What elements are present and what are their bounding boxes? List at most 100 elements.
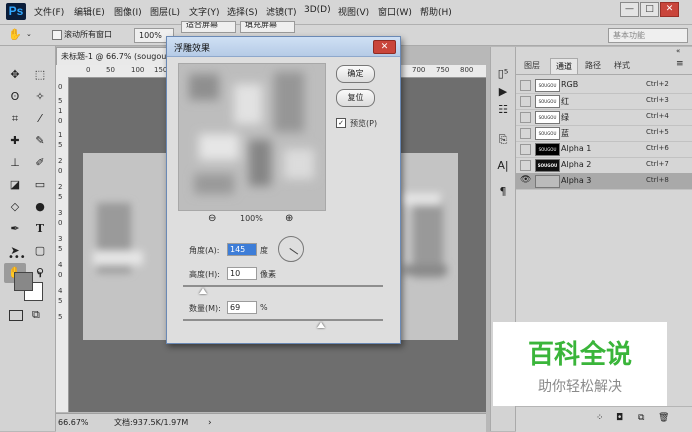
tab-layers[interactable]: 图层: [519, 58, 545, 73]
tab-channels[interactable]: 通道: [550, 58, 578, 74]
gradient-icon[interactable]: ▭: [29, 175, 51, 195]
visibility-toggle[interactable]: [520, 80, 531, 91]
angle-dial[interactable]: [278, 236, 304, 262]
amount-input[interactable]: 69: [227, 301, 257, 314]
channel-row-green[interactable]: SOUGOU 绿 Ctrl+4: [516, 109, 692, 126]
save-selection-icon[interactable]: ◘: [616, 413, 623, 423]
document-tab[interactable]: 未标题-1 @ 66.7% (sougou: [56, 47, 177, 65]
character-panel-icon[interactable]: ⎘: [494, 133, 512, 147]
rectangle-icon[interactable]: ▢: [29, 241, 51, 261]
menu-file[interactable]: 文件(F): [34, 5, 64, 18]
dodge-icon[interactable]: ●: [29, 197, 51, 217]
swap-colors-icon[interactable]: ↰: [36, 270, 43, 279]
watermark-title: 百科全说: [527, 340, 632, 370]
menu-view[interactable]: 视图(V): [338, 5, 369, 18]
emboss-dialog: 浮雕效果 ✕ 确定 复位 ✓ 预览(P) ⊖ 100% ⊕ 角度(A): 145…: [166, 36, 401, 344]
scroll-all-checkbox[interactable]: [52, 30, 62, 40]
visibility-toggle[interactable]: [520, 160, 531, 171]
visibility-toggle[interactable]: [520, 112, 531, 123]
menu-image[interactable]: 图像(I): [114, 5, 142, 18]
type-icon[interactable]: T: [29, 219, 51, 239]
status-menu-chevron-icon[interactable]: ›: [208, 414, 212, 432]
close-window-button[interactable]: ✕: [660, 2, 679, 17]
more-tools-icon[interactable]: •••: [8, 252, 26, 263]
quick-mask-icon[interactable]: [9, 310, 23, 321]
zoom-in-icon[interactable]: ⊕: [285, 213, 293, 224]
marquee-icon[interactable]: ⬚: [29, 65, 51, 85]
channel-row-red[interactable]: SOUGOU 红 Ctrl+3: [516, 93, 692, 110]
fit-screen-button[interactable]: 适合屏幕: [181, 21, 236, 33]
height-slider-track[interactable]: [183, 285, 383, 287]
tab-paths[interactable]: 路径: [580, 58, 606, 73]
maximize-button[interactable]: □: [640, 2, 659, 17]
eye-icon[interactable]: 👁: [520, 175, 531, 185]
amount-slider-thumb[interactable]: [317, 322, 325, 328]
magic-wand-icon[interactable]: ✧: [29, 87, 51, 107]
menu-edit[interactable]: 编辑(E): [74, 5, 105, 18]
blur-icon[interactable]: ◇: [4, 197, 26, 217]
channel-shortcut: Ctrl+8: [646, 176, 669, 184]
channel-row-rgb[interactable]: SOUGOU RGB Ctrl+2: [516, 77, 692, 94]
menu-help[interactable]: 帮助(H): [420, 5, 452, 18]
properties-panel-icon[interactable]: ☷: [494, 103, 512, 116]
channel-row-alpha1[interactable]: SOUGOU Alpha 1 Ctrl+6: [516, 141, 692, 158]
fill-screen-button[interactable]: 填充屏幕: [240, 21, 295, 33]
ruler-tick: 700: [412, 66, 426, 74]
menu-window[interactable]: 窗口(W): [378, 5, 412, 18]
hand-tool-icon[interactable]: ✋: [8, 28, 22, 41]
dialog-title-bar[interactable]: 浮雕效果 ✕: [167, 37, 400, 57]
lasso-icon[interactable]: ʘ: [4, 87, 26, 107]
zoom-out-icon[interactable]: ⊖: [208, 213, 216, 224]
dialog-title: 浮雕效果: [174, 44, 211, 54]
pen-icon[interactable]: ✒: [4, 219, 26, 239]
document-info[interactable]: 文档:937.5K/1.97M: [114, 414, 188, 432]
screen-mode-icon[interactable]: ⧉: [32, 308, 40, 322]
paragraph-panel-icon[interactable]: ¶: [494, 185, 512, 198]
visibility-toggle[interactable]: [520, 128, 531, 139]
height-slider-thumb[interactable]: [199, 288, 207, 294]
workspace-select[interactable]: 基本功能: [608, 28, 688, 43]
menu-filter[interactable]: 滤镜(T): [266, 5, 297, 18]
channel-name: Alpha 3: [561, 176, 592, 185]
actions-play-icon[interactable]: ▶: [494, 85, 512, 98]
eyedropper-icon[interactable]: ⁄: [29, 109, 51, 129]
reset-button[interactable]: 复位: [336, 89, 375, 107]
amount-slider-track[interactable]: [183, 319, 383, 321]
ruler-tick: 0: [58, 117, 63, 125]
channel-row-blue[interactable]: SOUGOU 蓝 Ctrl+5: [516, 125, 692, 142]
healing-icon[interactable]: ✚: [4, 131, 26, 151]
crop-icon[interactable]: ⌗: [4, 109, 26, 129]
channel-row-alpha2[interactable]: SOUGOU Alpha 2 Ctrl+7: [516, 157, 692, 174]
panel-menu-icon[interactable]: ≡: [676, 59, 684, 69]
visibility-toggle[interactable]: [520, 96, 531, 107]
ruler-tick: 800: [460, 66, 474, 74]
type-panel-icon[interactable]: A|: [494, 159, 512, 172]
history-brush-icon[interactable]: ✐: [29, 153, 51, 173]
foreground-color-swatch[interactable]: [14, 272, 33, 291]
zoom-level[interactable]: 66.67%: [58, 414, 89, 432]
minimize-button[interactable]: —: [620, 2, 639, 17]
channel-row-alpha3[interactable]: 👁 Alpha 3 Ctrl+8: [516, 173, 692, 190]
height-input[interactable]: 10: [227, 267, 257, 280]
tool-preset-chevron-icon[interactable]: ⌄: [26, 30, 32, 38]
trash-icon[interactable]: 🗑: [658, 413, 669, 423]
tab-styles[interactable]: 样式: [609, 58, 635, 73]
menu-layer[interactable]: 图层(L): [150, 5, 180, 18]
dialog-close-button[interactable]: ✕: [373, 40, 396, 54]
history-panel-icon[interactable]: ▯⁵: [494, 67, 512, 80]
menu-3d[interactable]: 3D(D): [304, 5, 331, 15]
angle-input[interactable]: 145: [227, 243, 257, 256]
ok-button[interactable]: 确定: [336, 65, 375, 83]
brush-icon[interactable]: ✎: [29, 131, 51, 151]
new-channel-icon[interactable]: ⧉: [638, 413, 644, 423]
load-selection-icon[interactable]: ⁘: [596, 413, 604, 423]
menu-type[interactable]: 文字(Y): [189, 5, 220, 18]
visibility-toggle[interactable]: [520, 144, 531, 155]
preview-checkbox[interactable]: ✓: [336, 118, 346, 128]
filter-preview[interactable]: [178, 63, 326, 211]
collapse-panel-icon[interactable]: «: [676, 47, 680, 55]
eraser-icon[interactable]: ◪: [4, 175, 26, 195]
stamp-icon[interactable]: ⊥: [4, 153, 26, 173]
move-icon[interactable]: ✥: [4, 65, 26, 85]
menu-select[interactable]: 选择(S): [227, 5, 258, 18]
